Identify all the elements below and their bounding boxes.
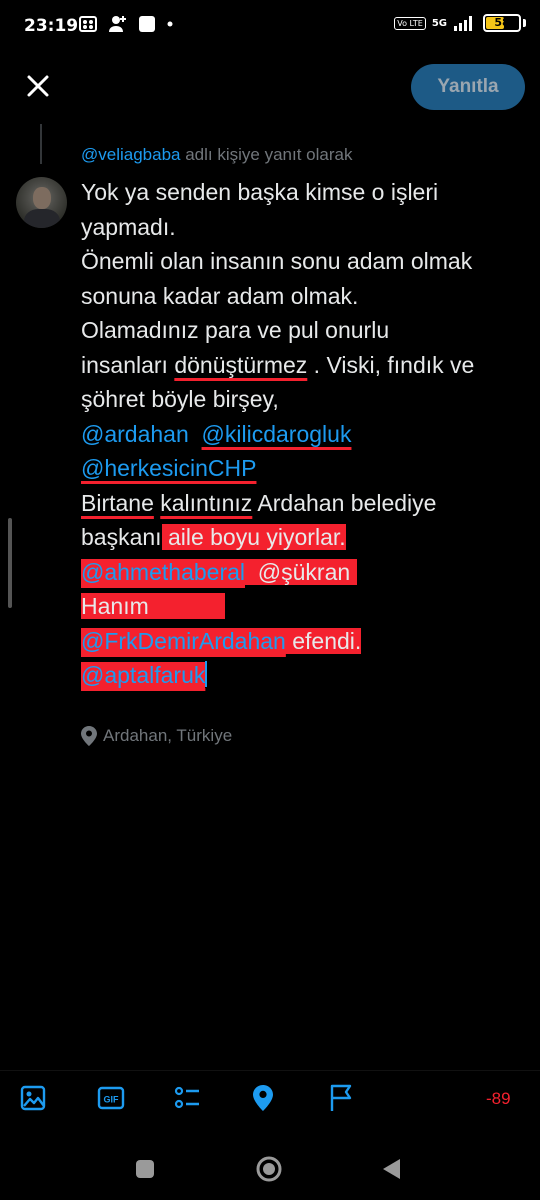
text-segment: şöhret böyle birşey, (81, 386, 279, 412)
text-line: başkanı aile boyu yiyorlar. (81, 520, 531, 555)
mention[interactable]: @FrkDemirArdahan (81, 628, 286, 654)
text-segment: @şükran (245, 558, 351, 585)
system-nav-bar (0, 1140, 540, 1200)
status-time: 23:19 (24, 16, 79, 36)
text-line: @herkesicinCHP (81, 451, 531, 486)
compose-toolbar: GIF -89 (0, 1070, 540, 1127)
avatar-face (33, 187, 51, 209)
back-button[interactable] (377, 1154, 407, 1184)
person-add-icon (109, 16, 126, 32)
volte-badge: Vo LTE (394, 16, 426, 30)
status-right: Vo LTE 5G 58 (394, 14, 526, 32)
text-segment: insanları (81, 351, 175, 378)
text-caret (205, 661, 208, 687)
text-line: @aptalfaruk (81, 658, 531, 693)
character-counter: -89 (486, 1089, 511, 1108)
location-label: Ardahan, Türkiye (103, 726, 233, 745)
reply-to-handle[interactable]: @veliagbaba (81, 145, 181, 164)
schedule-flag-icon (330, 1084, 352, 1111)
text-segment: . Viski, fındık ve (307, 351, 475, 378)
square-icon (136, 1160, 154, 1178)
svg-text:GIF: GIF (104, 1095, 120, 1105)
mention[interactable]: @aptalfaruk (81, 662, 205, 688)
gif-icon: GIF (97, 1086, 125, 1110)
dot-icon (167, 21, 173, 27)
text-line: Yok ya senden başka kimse o işleri (81, 175, 531, 210)
text-line: sonuna kadar adam olmak. (81, 279, 531, 314)
close-icon (27, 75, 49, 97)
text-line: insanları dönüştürmez . Viski, fındık ve (81, 348, 531, 383)
text-line: @FrkDemirArdahan efendi. (81, 624, 531, 659)
mention[interactable]: @kilicdarogluk (202, 421, 352, 447)
text-line: yapmadı. (81, 210, 531, 245)
selected-text: @aptalfaruk (81, 662, 206, 688)
location-button[interactable] (248, 1083, 278, 1113)
battery-percent: 58 (494, 16, 510, 29)
text-segment: Yok ya senden başka kimse o işleri (81, 179, 439, 205)
network-type: 5G (431, 17, 447, 29)
status-bar: 23:19 Vo LTE 5G 58 (0, 0, 540, 56)
signal-icon (454, 16, 472, 31)
text-line: Birtane kalıntınız Ardahan belediye (81, 486, 531, 521)
compose-header: Yanıtla (0, 56, 540, 118)
mention[interactable]: @ahmethaberal (81, 559, 245, 585)
text-segment: Olamadınız para ve pul onurlu (81, 317, 390, 343)
thread-line (40, 124, 42, 164)
selected-text: @FrkDemirArdahan efendi. (81, 627, 362, 654)
selected-text: aile boyu yiyorlar. (161, 524, 346, 550)
poll-icon (174, 1086, 199, 1109)
app-square-icon (139, 16, 155, 32)
location-tag[interactable]: Ardahan, Türkiye (81, 726, 232, 746)
reply-button[interactable]: Yanıtla (411, 64, 525, 110)
text-segment: Ardahan belediye (252, 489, 437, 516)
text-line: Önemli olan insanın sonu adam olmak (81, 244, 531, 279)
text-segment: sonuna kadar adam olmak. (81, 282, 359, 309)
image-icon (20, 1085, 46, 1111)
text-line: Olamadınız para ve pul onurlu (81, 313, 531, 348)
status-left-icons (78, 14, 174, 34)
text-line: Hanım (81, 589, 531, 624)
gif-button[interactable]: GIF (96, 1083, 126, 1113)
avatar-body (24, 209, 60, 228)
battery-tip (523, 19, 526, 27)
location-icon (253, 1085, 273, 1111)
scrollbar[interactable] (8, 518, 12, 608)
text-segment: Hanım (81, 593, 149, 619)
reply-to-suffix: adlı kişiye yanıt olarak (180, 145, 353, 164)
selected-text: @ahmethaberal @şükran (81, 558, 357, 585)
location-pin-icon (81, 726, 97, 746)
film-icon (79, 16, 97, 32)
selected-text: Hanım (81, 593, 226, 619)
battery-icon: 58 (483, 14, 521, 32)
recents-button[interactable] (130, 1154, 160, 1184)
avatar[interactable] (16, 177, 67, 228)
text-line: @ardahan @kilicdarogluk (81, 417, 531, 452)
text-segment: efendi. (285, 627, 362, 654)
back-triangle-icon (383, 1159, 400, 1179)
schedule-button[interactable] (326, 1083, 356, 1113)
spellcheck-word[interactable]: kalıntınız (160, 490, 252, 516)
text-segment: Önemli olan insanın sonu adam olmak (81, 248, 473, 274)
mention[interactable]: @ardahan (81, 421, 189, 447)
reply-context: @veliagbaba adlı kişiye yanıt olarak (81, 145, 352, 165)
image-button[interactable] (18, 1083, 48, 1113)
text-line: @ahmethaberal @şükran (81, 555, 531, 590)
spellcheck-word[interactable]: dönüştürmez (174, 352, 307, 378)
home-circle-icon (256, 1156, 282, 1182)
text-segment: başkanı (81, 524, 162, 550)
mention[interactable]: @herkesicinCHP (81, 455, 256, 481)
tweet-text-input[interactable]: Yok ya senden başka kimse o işleri yapma… (81, 175, 531, 693)
poll-button[interactable] (172, 1083, 202, 1113)
home-button[interactable] (254, 1154, 284, 1184)
spellcheck-word[interactable]: Birtane (81, 490, 154, 516)
text-line: şöhret böyle birşey, (81, 382, 531, 417)
text-segment: yapmadı. (81, 213, 176, 240)
close-button[interactable] (20, 68, 56, 104)
